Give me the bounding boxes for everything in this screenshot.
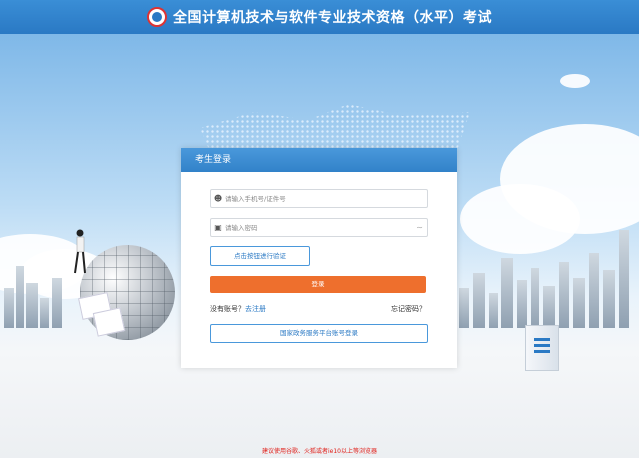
page-title: 全国计算机技术与软件专业技术资格（水平）考试 [173, 10, 492, 26]
register-link[interactable]: 去注册 [245, 305, 266, 313]
page-header: 全国计算机技术与软件专业技术资格（水平）考试 [0, 0, 639, 34]
gov-platform-login-button[interactable]: 国家政务服务平台账号登录 [210, 324, 428, 343]
exam-logo-icon [147, 7, 167, 27]
account-links-row: 没有账号？去注册 忘记密码？ [210, 304, 426, 314]
city-skyline-right [455, 218, 639, 328]
account-input[interactable] [225, 194, 405, 203]
login-panel: 考生登录 ☻ ▣ ∼ 点击按钮进行验证 登录 没有账号？去注册 忘记密码？ 国家… [181, 148, 457, 368]
user-icon: ☻ [213, 194, 223, 203]
person-illustration [72, 228, 86, 278]
exam-cube-illustration [525, 325, 559, 371]
forgot-password-link[interactable]: 忘记密码？ [391, 304, 426, 314]
no-account-text: 没有账号？ [210, 305, 245, 313]
login-panel-title: 考生登录 [181, 148, 457, 172]
lock-icon: ▣ [214, 223, 222, 232]
account-field[interactable]: ☻ [210, 189, 428, 208]
login-button[interactable]: 登录 [210, 276, 426, 293]
verify-button[interactable]: 点击按钮进行验证 [210, 246, 310, 266]
globe-illustration [80, 245, 175, 340]
password-field[interactable]: ▣ ∼ [210, 218, 428, 237]
browser-recommendation-note: 建议使用谷歌、火狐或者ie10以上等浏览器 [262, 448, 377, 455]
password-input[interactable] [225, 223, 405, 232]
eye-toggle-icon[interactable]: ∼ [416, 223, 423, 232]
